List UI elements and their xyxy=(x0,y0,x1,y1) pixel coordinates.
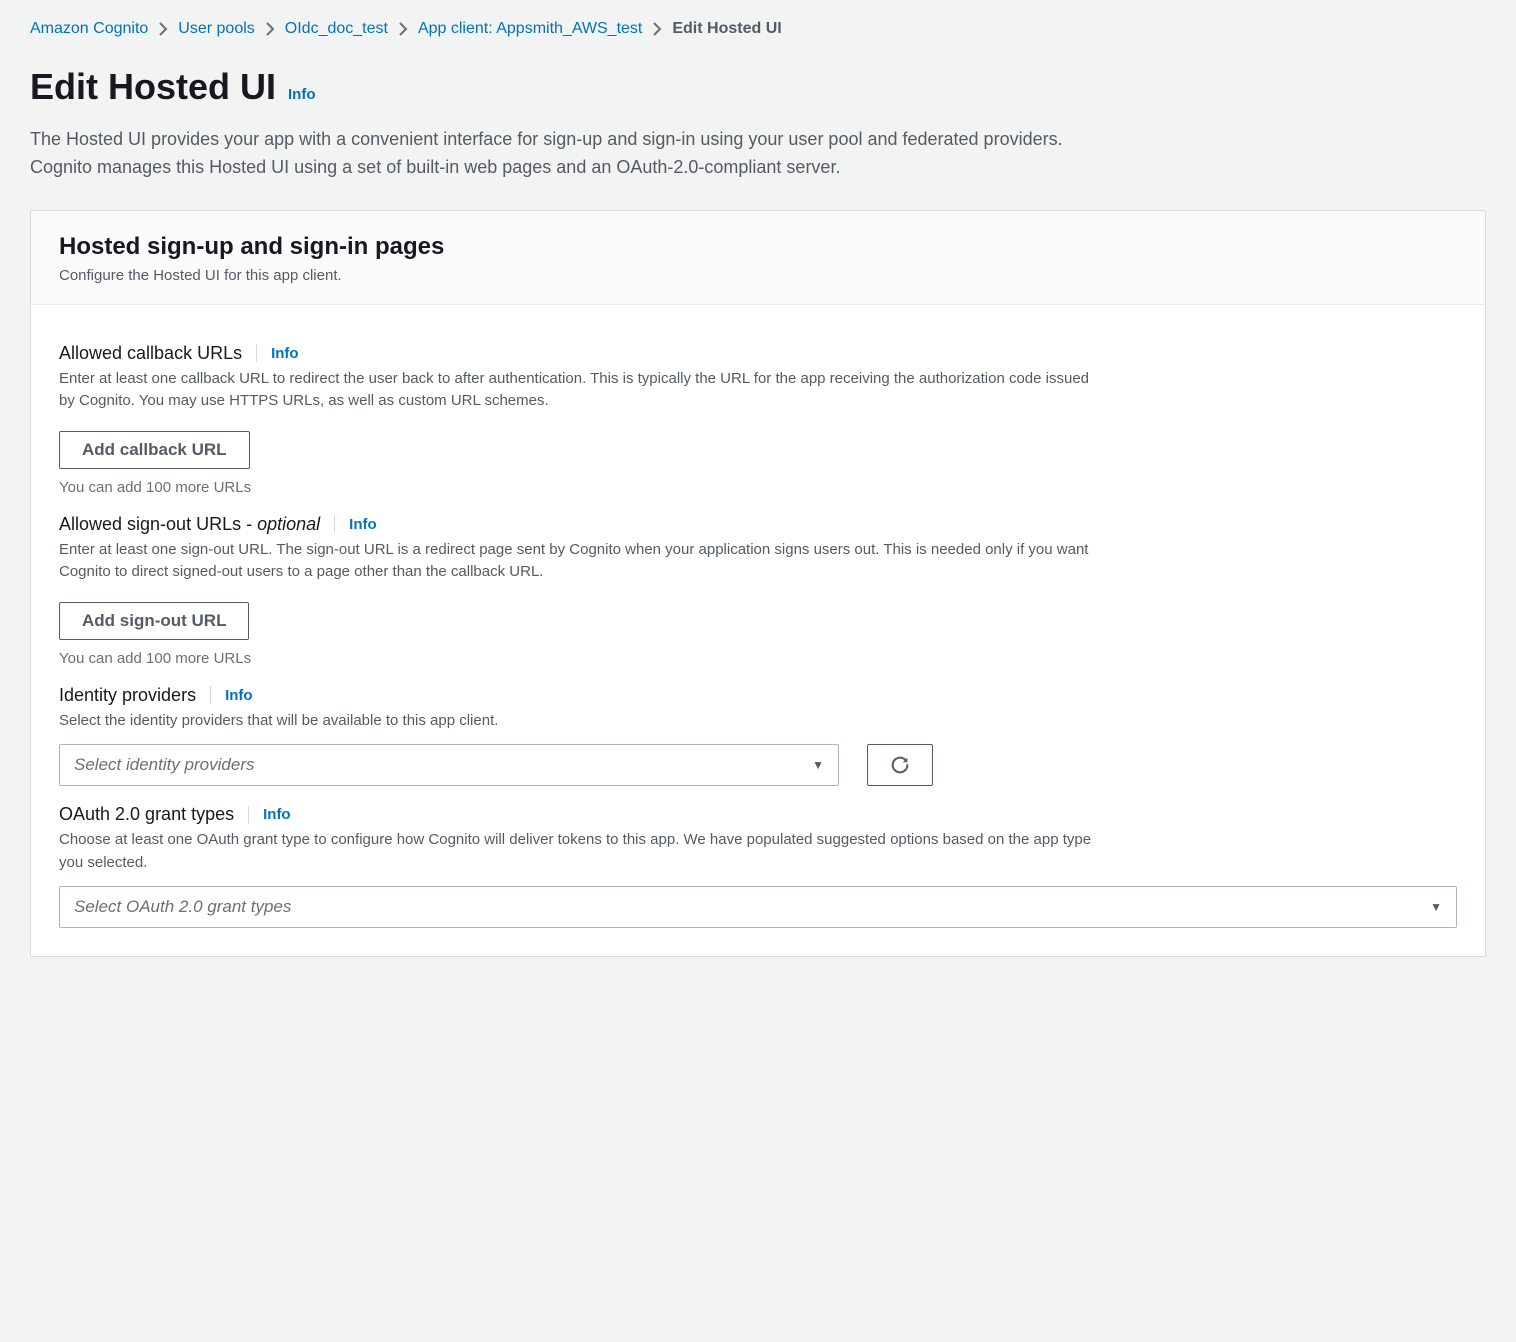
breadcrumb-link-pool[interactable]: OIdc_doc_test xyxy=(285,20,388,38)
refresh-idp-button[interactable] xyxy=(867,744,933,786)
breadcrumb-current: Edit Hosted UI xyxy=(672,20,781,38)
signout-label-text: Allowed sign-out URLs - xyxy=(59,514,257,534)
callback-urls-description: Enter at least one callback URL to redir… xyxy=(59,368,1099,413)
caret-down-icon: ▼ xyxy=(812,758,824,772)
signout-info-link[interactable]: Info xyxy=(349,516,377,533)
add-signout-url-button[interactable]: Add sign-out URL xyxy=(59,602,249,640)
page-info-link[interactable]: Info xyxy=(288,86,316,103)
divider xyxy=(334,515,335,533)
chevron-right-icon xyxy=(652,22,662,36)
signout-optional-text: optional xyxy=(257,514,320,534)
divider xyxy=(210,686,211,704)
hosted-ui-panel: Hosted sign-up and sign-in pages Configu… xyxy=(30,210,1486,958)
panel-title: Hosted sign-up and sign-in pages xyxy=(59,233,1457,261)
grant-types-description: Choose at least one OAuth grant type to … xyxy=(59,829,1099,874)
page-title: Edit Hosted UI xyxy=(30,66,276,108)
page-description: The Hosted UI provides your app with a c… xyxy=(30,126,1110,182)
chevron-right-icon xyxy=(265,22,275,36)
callback-urls-hint: You can add 100 more URLs xyxy=(59,479,1457,496)
chevron-right-icon xyxy=(158,22,168,36)
caret-down-icon: ▼ xyxy=(1430,900,1442,914)
signout-urls-label: Allowed sign-out URLs - optional xyxy=(59,514,320,535)
breadcrumb-link-userpools[interactable]: User pools xyxy=(178,20,254,38)
grant-types-select[interactable]: Select OAuth 2.0 grant types ▼ xyxy=(59,886,1457,928)
divider xyxy=(248,806,249,824)
signout-urls-field: Allowed sign-out URLs - optional Info En… xyxy=(59,514,1457,667)
grant-types-placeholder: Select OAuth 2.0 grant types xyxy=(74,897,291,917)
breadcrumb-link-appclient[interactable]: App client: Appsmith_AWS_test xyxy=(418,20,642,38)
grant-types-label: OAuth 2.0 grant types xyxy=(59,804,234,825)
signout-urls-hint: You can add 100 more URLs xyxy=(59,650,1457,667)
signout-urls-description: Enter at least one sign-out URL. The sig… xyxy=(59,539,1099,584)
callback-info-link[interactable]: Info xyxy=(271,345,299,362)
callback-urls-field: Allowed callback URLs Info Enter at leas… xyxy=(59,343,1457,496)
breadcrumb: Amazon Cognito User pools OIdc_doc_test … xyxy=(30,20,1486,38)
divider xyxy=(256,344,257,362)
callback-urls-label: Allowed callback URLs xyxy=(59,343,242,364)
add-callback-url-button[interactable]: Add callback URL xyxy=(59,431,250,469)
grant-info-link[interactable]: Info xyxy=(263,806,291,823)
breadcrumb-link-cognito[interactable]: Amazon Cognito xyxy=(30,20,148,38)
identity-providers-placeholder: Select identity providers xyxy=(74,755,254,775)
chevron-right-icon xyxy=(398,22,408,36)
grant-types-field: OAuth 2.0 grant types Info Choose at lea… xyxy=(59,804,1457,928)
refresh-icon xyxy=(889,754,911,776)
identity-providers-description: Select the identity providers that will … xyxy=(59,710,1099,733)
identity-providers-select[interactable]: Select identity providers ▼ xyxy=(59,744,839,786)
panel-subtitle: Configure the Hosted UI for this app cli… xyxy=(59,267,1457,284)
identity-providers-field: Identity providers Info Select the ident… xyxy=(59,685,1457,787)
idp-info-link[interactable]: Info xyxy=(225,687,253,704)
identity-providers-label: Identity providers xyxy=(59,685,196,706)
